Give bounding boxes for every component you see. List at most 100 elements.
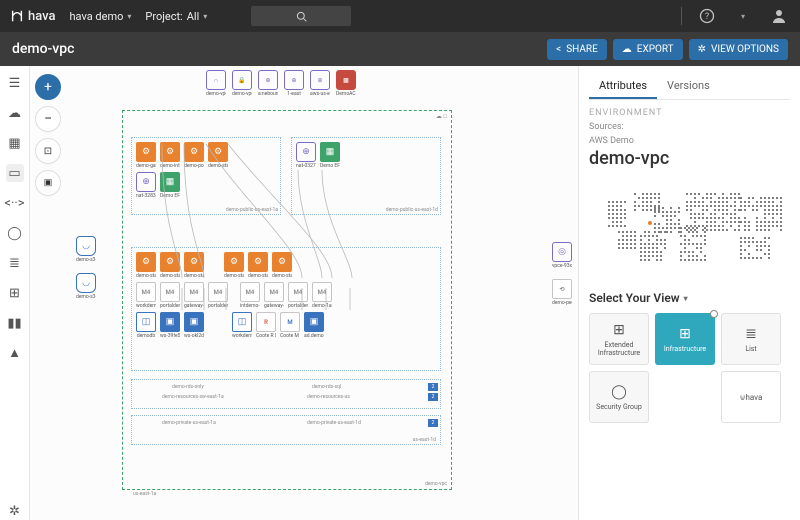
sidenav: ☰ ☁ ▦ ▭ <··> ◯ ≣ ⊞ ▮▮ ▲ ✲ xyxy=(0,66,30,520)
search-input[interactable] xyxy=(251,6,351,26)
elb-icon[interactable]: ⚙ xyxy=(136,252,156,272)
inspector-panel: Attributes Versions ENVIRONMENT Sources:… xyxy=(578,66,800,520)
directory-icon[interactable]: ▣ xyxy=(304,312,324,332)
workspace-dropdown[interactable]: hava demo ▾ xyxy=(70,10,132,23)
nav-alert-icon[interactable]: ▲ xyxy=(6,344,24,362)
ec2-instance-icon[interactable]: M4 xyxy=(264,282,284,302)
vpc-badge: ☁ □ xyxy=(436,113,447,120)
chevron-down-icon: ▾ xyxy=(684,294,688,303)
tab-attributes[interactable]: Attributes xyxy=(589,74,657,99)
nav-list-icon[interactable]: ≣ xyxy=(6,254,24,272)
nav-chart-icon[interactable]: ▮▮ xyxy=(6,314,24,332)
indicator-dot xyxy=(710,310,718,318)
workspace-icon[interactable]: ▣ xyxy=(184,312,204,332)
efs-icon[interactable]: ▦ xyxy=(320,142,340,162)
ec2-instance-icon[interactable]: M4 xyxy=(184,282,204,302)
peering-icon[interactable]: ⟲ xyxy=(552,279,572,299)
elb-icon[interactable]: ⚙ xyxy=(184,252,204,272)
nav-laptop-icon[interactable]: ▭ xyxy=(6,164,24,182)
vpc-container: ☁ □ ⚙demo-gate ⚙demo-interf ace ⚙demo-po… xyxy=(122,110,452,490)
select-view-header[interactable]: Select Your View ▾ xyxy=(589,291,790,305)
tab-versions[interactable]: Versions xyxy=(657,74,720,99)
search-icon xyxy=(296,11,307,22)
panel-tabs: Attributes Versions xyxy=(589,74,790,100)
nat-gateway-icon[interactable]: ⊕ xyxy=(136,172,156,192)
export-button[interactable]: ☁ EXPORT xyxy=(613,39,683,60)
ec2-instance-icon[interactable]: M4 xyxy=(312,282,332,302)
view-options-button[interactable]: ✲ VIEW OPTIONS xyxy=(689,39,788,60)
nav-settings-icon[interactable]: ✲ xyxy=(6,502,24,520)
elb-icon[interactable]: ⚙ xyxy=(208,142,228,162)
subnet-rds-b: demo-private-us-east-1a 2 demo-private-u… xyxy=(131,415,441,445)
nav-code-icon[interactable]: <··> xyxy=(6,194,24,212)
rds-icon[interactable]: ◫ xyxy=(136,312,156,332)
gear-icon: ✲ xyxy=(698,44,706,55)
env-source: AWS Demo xyxy=(589,136,790,146)
s3-bucket-icon[interactable]: ◡ xyxy=(76,273,96,293)
efs-icon[interactable]: ▦ xyxy=(160,172,180,192)
environment-title: demo-vpc xyxy=(12,41,74,57)
subnet-private: ⚙demo-stam ⚙demo-stam ⚙demo-stam ⚙demo-s… xyxy=(131,247,441,371)
nacl-icon[interactable]: ▩ xyxy=(336,70,356,90)
elb-icon[interactable]: ⚙ xyxy=(160,252,180,272)
ec2-instance-icon[interactable]: M4 xyxy=(136,282,156,302)
nav-menu-icon[interactable]: ☰ xyxy=(6,74,24,92)
layer-button[interactable]: ▣ xyxy=(35,170,61,196)
nav-cloud-icon[interactable]: ☁ xyxy=(6,104,24,122)
view-extended-infrastructure[interactable]: ⊞ Extended Infrastructure xyxy=(589,313,649,365)
account-menu[interactable]: ▾ xyxy=(732,5,754,27)
windows-icon: ⊞ xyxy=(679,326,691,342)
windows-icon: ⊞ xyxy=(613,322,625,338)
env-name: demo-vpc xyxy=(589,148,790,169)
canvas-tools: + − ⊡ ▣ xyxy=(30,66,66,520)
gateway-row: ∩demo-vpc 🔒demo-vpcg ⊕a:nebource-to hp t… xyxy=(206,70,356,97)
region-marker-icon xyxy=(648,221,652,225)
share-button[interactable]: < SHARE xyxy=(547,39,607,60)
nat-gateway-icon[interactable]: ⊕ xyxy=(296,142,316,162)
help-icon[interactable]: ? xyxy=(696,5,718,27)
ec2-instance-icon[interactable]: M4 xyxy=(208,282,228,302)
ec2-instance-icon[interactable]: M4 xyxy=(160,282,180,302)
view-cards: ⊞ Extended Infrastructure ⊞ Infrastructu… xyxy=(589,313,790,423)
external-left: ◡demo-s3-1 ◡demo-s3-2 xyxy=(76,236,96,300)
cache-icon[interactable]: M xyxy=(280,312,300,332)
zoom-in-button[interactable]: + xyxy=(35,74,61,100)
user-icon[interactable] xyxy=(768,5,790,27)
cloud-download-icon: ☁ xyxy=(622,44,632,55)
cache-icon[interactable]: R xyxy=(256,312,276,332)
elb-icon[interactable]: ⚙ xyxy=(224,252,244,272)
internet-gateway-icon[interactable]: ∩ xyxy=(206,70,226,90)
nav-table-icon[interactable]: ⊞ xyxy=(6,284,24,302)
hava-logo-icon xyxy=(10,9,24,23)
workspace-name: hava demo xyxy=(70,10,124,23)
subnet-rds-a: demo-rds-only 2 demo-rds-sql demo-resour… xyxy=(131,379,441,409)
project-dropdown[interactable]: Project: All ▾ xyxy=(145,10,207,23)
zoom-out-button[interactable]: − xyxy=(35,106,61,132)
elb-icon[interactable]: ⚙ xyxy=(136,142,156,162)
main-area: ☰ ☁ ▦ ▭ <··> ◯ ≣ ⊞ ▮▮ ▲ ✲ + − ⊡ ▣ ∩demo-… xyxy=(0,66,800,520)
elb-icon[interactable]: ⚙ xyxy=(248,252,268,272)
brand-card: ⊍hava xyxy=(721,371,781,423)
route-icon[interactable]: ⊕ xyxy=(310,70,330,90)
fit-button[interactable]: ⊡ xyxy=(35,138,61,164)
elb-icon[interactable]: ⚙ xyxy=(272,252,292,272)
view-infrastructure[interactable]: ⊞ Infrastructure xyxy=(655,313,715,365)
view-list[interactable]: ≣ List xyxy=(721,313,781,365)
nav-shield-icon[interactable]: ◯ xyxy=(6,224,24,242)
vpc-endpoint-icon[interactable]: ◎ xyxy=(552,242,572,262)
workspace-icon[interactable]: ▣ xyxy=(160,312,180,332)
elb-icon[interactable]: ⚙ xyxy=(184,142,204,162)
world-map xyxy=(590,183,790,279)
elb-icon[interactable]: ⚙ xyxy=(160,142,180,162)
s3-bucket-icon[interactable]: ◡ xyxy=(76,236,96,256)
env-kicker: ENVIRONMENT xyxy=(589,108,790,118)
route-icon[interactable]: ⊕ xyxy=(258,70,278,90)
ec2-instance-icon[interactable]: M4 xyxy=(240,282,260,302)
ec2-instance-icon[interactable]: M4 xyxy=(288,282,308,302)
diagram-canvas[interactable]: + − ⊡ ▣ ∩demo-vpc 🔒demo-vpcg ⊕a:nebource… xyxy=(30,66,578,520)
nav-grid-icon[interactable]: ▦ xyxy=(6,134,24,152)
route-icon[interactable]: ⊕ xyxy=(284,70,304,90)
vpn-gateway-icon[interactable]: 🔒 xyxy=(232,70,252,90)
rds-icon[interactable]: ◫ xyxy=(232,312,252,332)
view-security-group[interactable]: ◯ Security Group xyxy=(589,371,649,423)
